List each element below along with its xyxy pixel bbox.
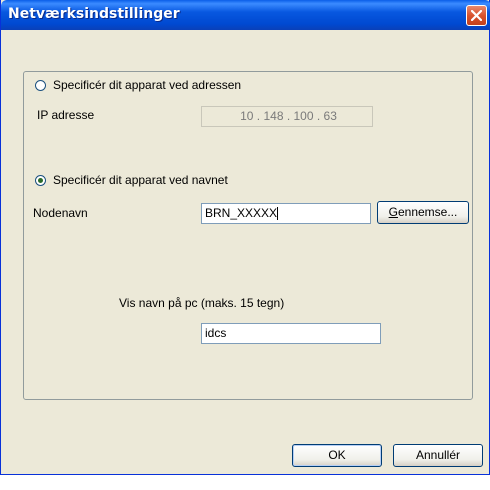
radio-by-address-label[interactable]: Specificér dit apparat ved adressen	[53, 78, 241, 92]
ok-button[interactable]: OK	[292, 444, 382, 467]
close-icon	[471, 10, 482, 21]
node-name-value: BRN_XXXXX	[205, 206, 278, 220]
dialog-window: Netværksindstillinger Specificér dit app…	[0, 0, 490, 475]
cancel-button[interactable]: Annullér	[393, 444, 483, 467]
node-name-label: Nodenavn	[33, 206, 88, 220]
browse-button-label: Gennemse...	[388, 205, 458, 219]
title-bar: Netværksindstillinger	[1, 0, 490, 30]
radio-by-name-label[interactable]: Specificér dit apparat ved navnet	[53, 173, 228, 187]
close-button[interactable]	[466, 5, 487, 26]
ip-address-field: 10 . 148 . 100 . 63	[201, 106, 373, 127]
pc-name-input[interactable]: idcs	[201, 323, 381, 344]
radio-by-address[interactable]	[35, 80, 46, 91]
ip-address-label: IP adresse	[37, 108, 95, 122]
radio-by-name[interactable]	[35, 175, 46, 186]
node-name-input[interactable]: BRN_XXXXX	[201, 203, 371, 224]
window-title: Netværksindstillinger	[8, 6, 180, 22]
pc-name-label: Vis navn på pc (maks. 15 tegn)	[119, 296, 285, 310]
text-caret	[277, 207, 279, 221]
browse-button[interactable]: Gennemse...	[377, 201, 469, 224]
